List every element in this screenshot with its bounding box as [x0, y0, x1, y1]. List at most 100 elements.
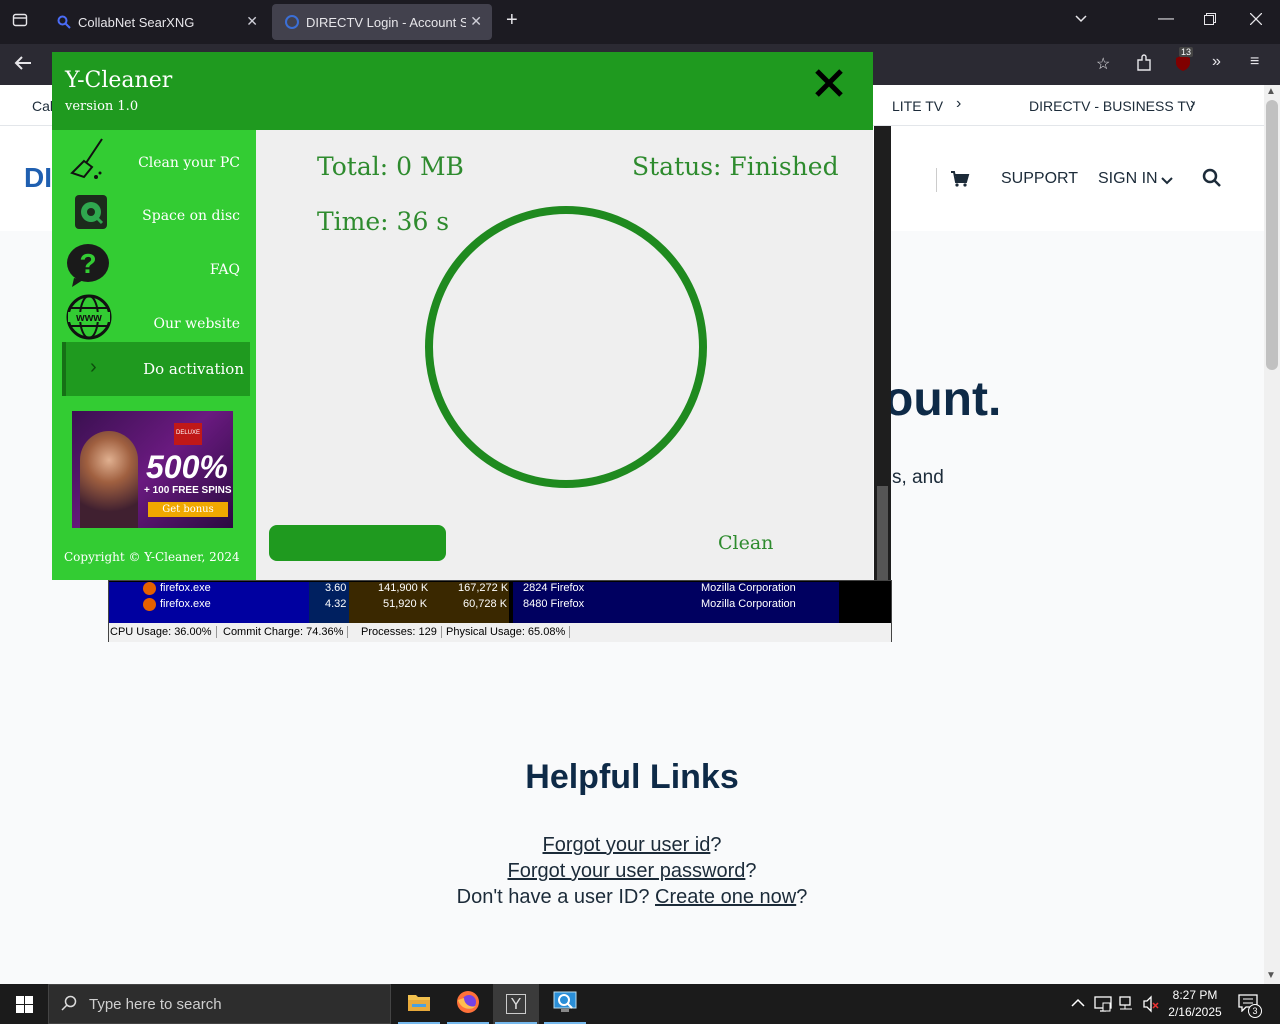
notification-center-icon[interactable]: 3 [1238, 994, 1262, 1018]
status-readout: Status: Finished [632, 152, 839, 181]
tab-title: DIRECTV Login - Account Sign In [306, 14, 466, 30]
close-icon[interactable] [812, 66, 846, 100]
forgot-id-line: Forgot your user id? [0, 834, 1264, 857]
svg-text:www: www [75, 312, 102, 324]
sidebar-label: Clean your PC [138, 155, 240, 171]
forgot-password-line: Forgot your user password? [0, 860, 1264, 883]
row-bg-mem [349, 614, 509, 623]
support-link[interactable]: SUPPORT [1001, 170, 1078, 188]
search-icon [61, 995, 77, 1015]
back-arrow-icon[interactable] [14, 55, 32, 76]
row-bg-name [109, 614, 309, 623]
ad-get-bonus-button[interactable]: Get bonus [148, 502, 228, 517]
table-row[interactable]: firefox.exe 3.60 141,900 K 167,272 K 282… [109, 581, 839, 598]
svg-text:?: ? [79, 248, 96, 279]
sidebar-item-faq[interactable]: ? FAQ [52, 240, 256, 290]
process-count: Processes: 129 [361, 626, 442, 638]
hamburger-menu-icon[interactable]: ≡ [1250, 53, 1259, 71]
copyright-text: Copyright © Y-Cleaner, 2024 [64, 550, 240, 564]
sidebar-item-space-on-disc[interactable]: Space on disc [52, 188, 256, 238]
chevron-right-icon: › [1190, 95, 1196, 112]
process-cpu: 3.60 [325, 582, 347, 594]
subnav-item-business[interactable]: DIRECTV - BUSINESS TV [1029, 98, 1195, 114]
windows-start-icon[interactable] [16, 996, 33, 1018]
windows-taskbar: Type here to search Y 8:27 PM 2/16/2025 … [0, 984, 1280, 1024]
taskbar-file-explorer[interactable] [396, 984, 442, 1024]
ycleaner-sidebar: Clean your PC Space on disc ? FAQ www Ou… [52, 130, 256, 580]
subnav-item[interactable]: Cal [32, 98, 53, 114]
network-monitor-icon[interactable] [1094, 995, 1112, 1018]
tab-overflow-chevron-icon[interactable] [1074, 12, 1088, 31]
clean-button[interactable]: Clean [718, 532, 773, 554]
ad-subline: + 100 FREE SPINS [144, 485, 232, 496]
directv-logo[interactable]: DI [24, 162, 52, 194]
minimize-icon[interactable]: — [1158, 10, 1174, 28]
chevron-right-icon: › [90, 356, 97, 378]
sidebar-item-website[interactable]: www Our website [52, 292, 256, 342]
cart-icon[interactable] [950, 170, 970, 193]
scroll-up-arrow-icon[interactable]: ▲ [1266, 86, 1276, 97]
clock-time: 8:27 PM [1172, 988, 1218, 1002]
task-manager-scrollbar[interactable] [874, 126, 891, 620]
forgot-password-link[interactable]: Forgot your user password [507, 860, 745, 882]
new-tab-button[interactable]: + [506, 9, 518, 32]
ad-badge: DELUXE [174, 423, 202, 445]
total-readout: Total: 0 MB [317, 152, 464, 181]
ycleaner-title-bar[interactable]: Y-Cleaner version 1.0 [52, 52, 873, 130]
close-tab-icon[interactable]: ✕ [470, 13, 482, 30]
subnav-item-satellite[interactable]: LITE TV [892, 98, 943, 114]
search-icon[interactable] [1202, 168, 1222, 193]
firefox-icon [456, 990, 480, 1019]
cpu-usage: CPU Usage: 36.00% [110, 626, 217, 638]
taskbar-process-explorer[interactable] [542, 984, 588, 1024]
page-scrollbar-thumb[interactable] [1266, 100, 1278, 370]
overflow-chevrons-icon[interactable]: » [1212, 53, 1221, 71]
network-icon[interactable] [1118, 995, 1136, 1018]
disk-icon [74, 194, 108, 235]
table-row[interactable]: firefox.exe 4.32 51,920 K 60,728 K 8480 … [109, 597, 839, 614]
www-globe-icon: www [66, 294, 112, 345]
physical-usage: Physical Usage: 65.08% [446, 626, 571, 638]
task-manager-scroll-thumb[interactable] [877, 486, 888, 586]
do-activation-button[interactable]: › Do activation [62, 342, 250, 396]
folder-icon [407, 992, 431, 1017]
table-row-partial [109, 613, 839, 623]
create-id-line: Don't have a user ID? Create one now? [0, 886, 1264, 909]
sidebar-item-clean-pc[interactable]: Clean your PC [52, 135, 256, 185]
sign-in-link[interactable]: SIGN IN [1098, 170, 1158, 188]
show-hidden-icons-chevron-icon[interactable] [1071, 996, 1085, 1014]
search-placeholder: Type here to search [89, 996, 222, 1013]
ublock-extension-icon[interactable]: 13 [1174, 47, 1194, 77]
notification-count-badge: 3 [1248, 1004, 1262, 1018]
casino-ad-banner[interactable]: DELUXE 500% + 100 FREE SPINS Get bonus [72, 411, 233, 528]
extension-badge: 13 [1179, 47, 1194, 57]
forgot-user-id-link[interactable]: Forgot your user id [543, 834, 711, 856]
taskbar-firefox[interactable] [445, 984, 491, 1024]
tab-searxng[interactable]: CollabNet SearXNG ✕ [44, 4, 268, 40]
process-working-set: 167,272 K [458, 582, 509, 594]
ad-headline: 500% [146, 449, 228, 485]
search-icon [56, 14, 72, 30]
process-pid-description: 2824 Firefox [523, 582, 585, 594]
bookmark-star-icon[interactable]: ☆ [1096, 54, 1110, 74]
close-tab-icon[interactable]: ✕ [246, 13, 258, 30]
tab-list-icon[interactable] [12, 12, 28, 33]
extensions-puzzle-icon[interactable] [1136, 54, 1152, 77]
close-window-icon[interactable] [1249, 12, 1263, 30]
process-name: firefox.exe [160, 582, 211, 594]
activation-label: Do activation [143, 360, 244, 378]
process-working-set: 60,728 K [463, 598, 508, 610]
taskbar-ycleaner[interactable]: Y [493, 984, 539, 1024]
process-pid-description: 8480 Firefox [523, 598, 585, 610]
ycleaner-window: Y-Cleaner version 1.0 Clean your PC Spac… [52, 52, 873, 580]
restore-icon[interactable] [1204, 12, 1216, 30]
create-one-now-link[interactable]: Create one now [655, 886, 796, 908]
chevron-down-icon[interactable] [1161, 173, 1173, 191]
taskbar-search-box[interactable]: Type here to search [48, 984, 391, 1024]
scroll-down-arrow-icon[interactable]: ▼ [1266, 970, 1276, 981]
question-icon: ? [66, 242, 112, 293]
punctuation: ? [796, 886, 808, 908]
volume-muted-icon[interactable] [1142, 995, 1160, 1018]
tab-directv[interactable]: DIRECTV Login - Account Sign In ✕ [272, 4, 492, 40]
taskbar-clock[interactable]: 8:27 PM 2/16/2025 [1160, 987, 1230, 1021]
